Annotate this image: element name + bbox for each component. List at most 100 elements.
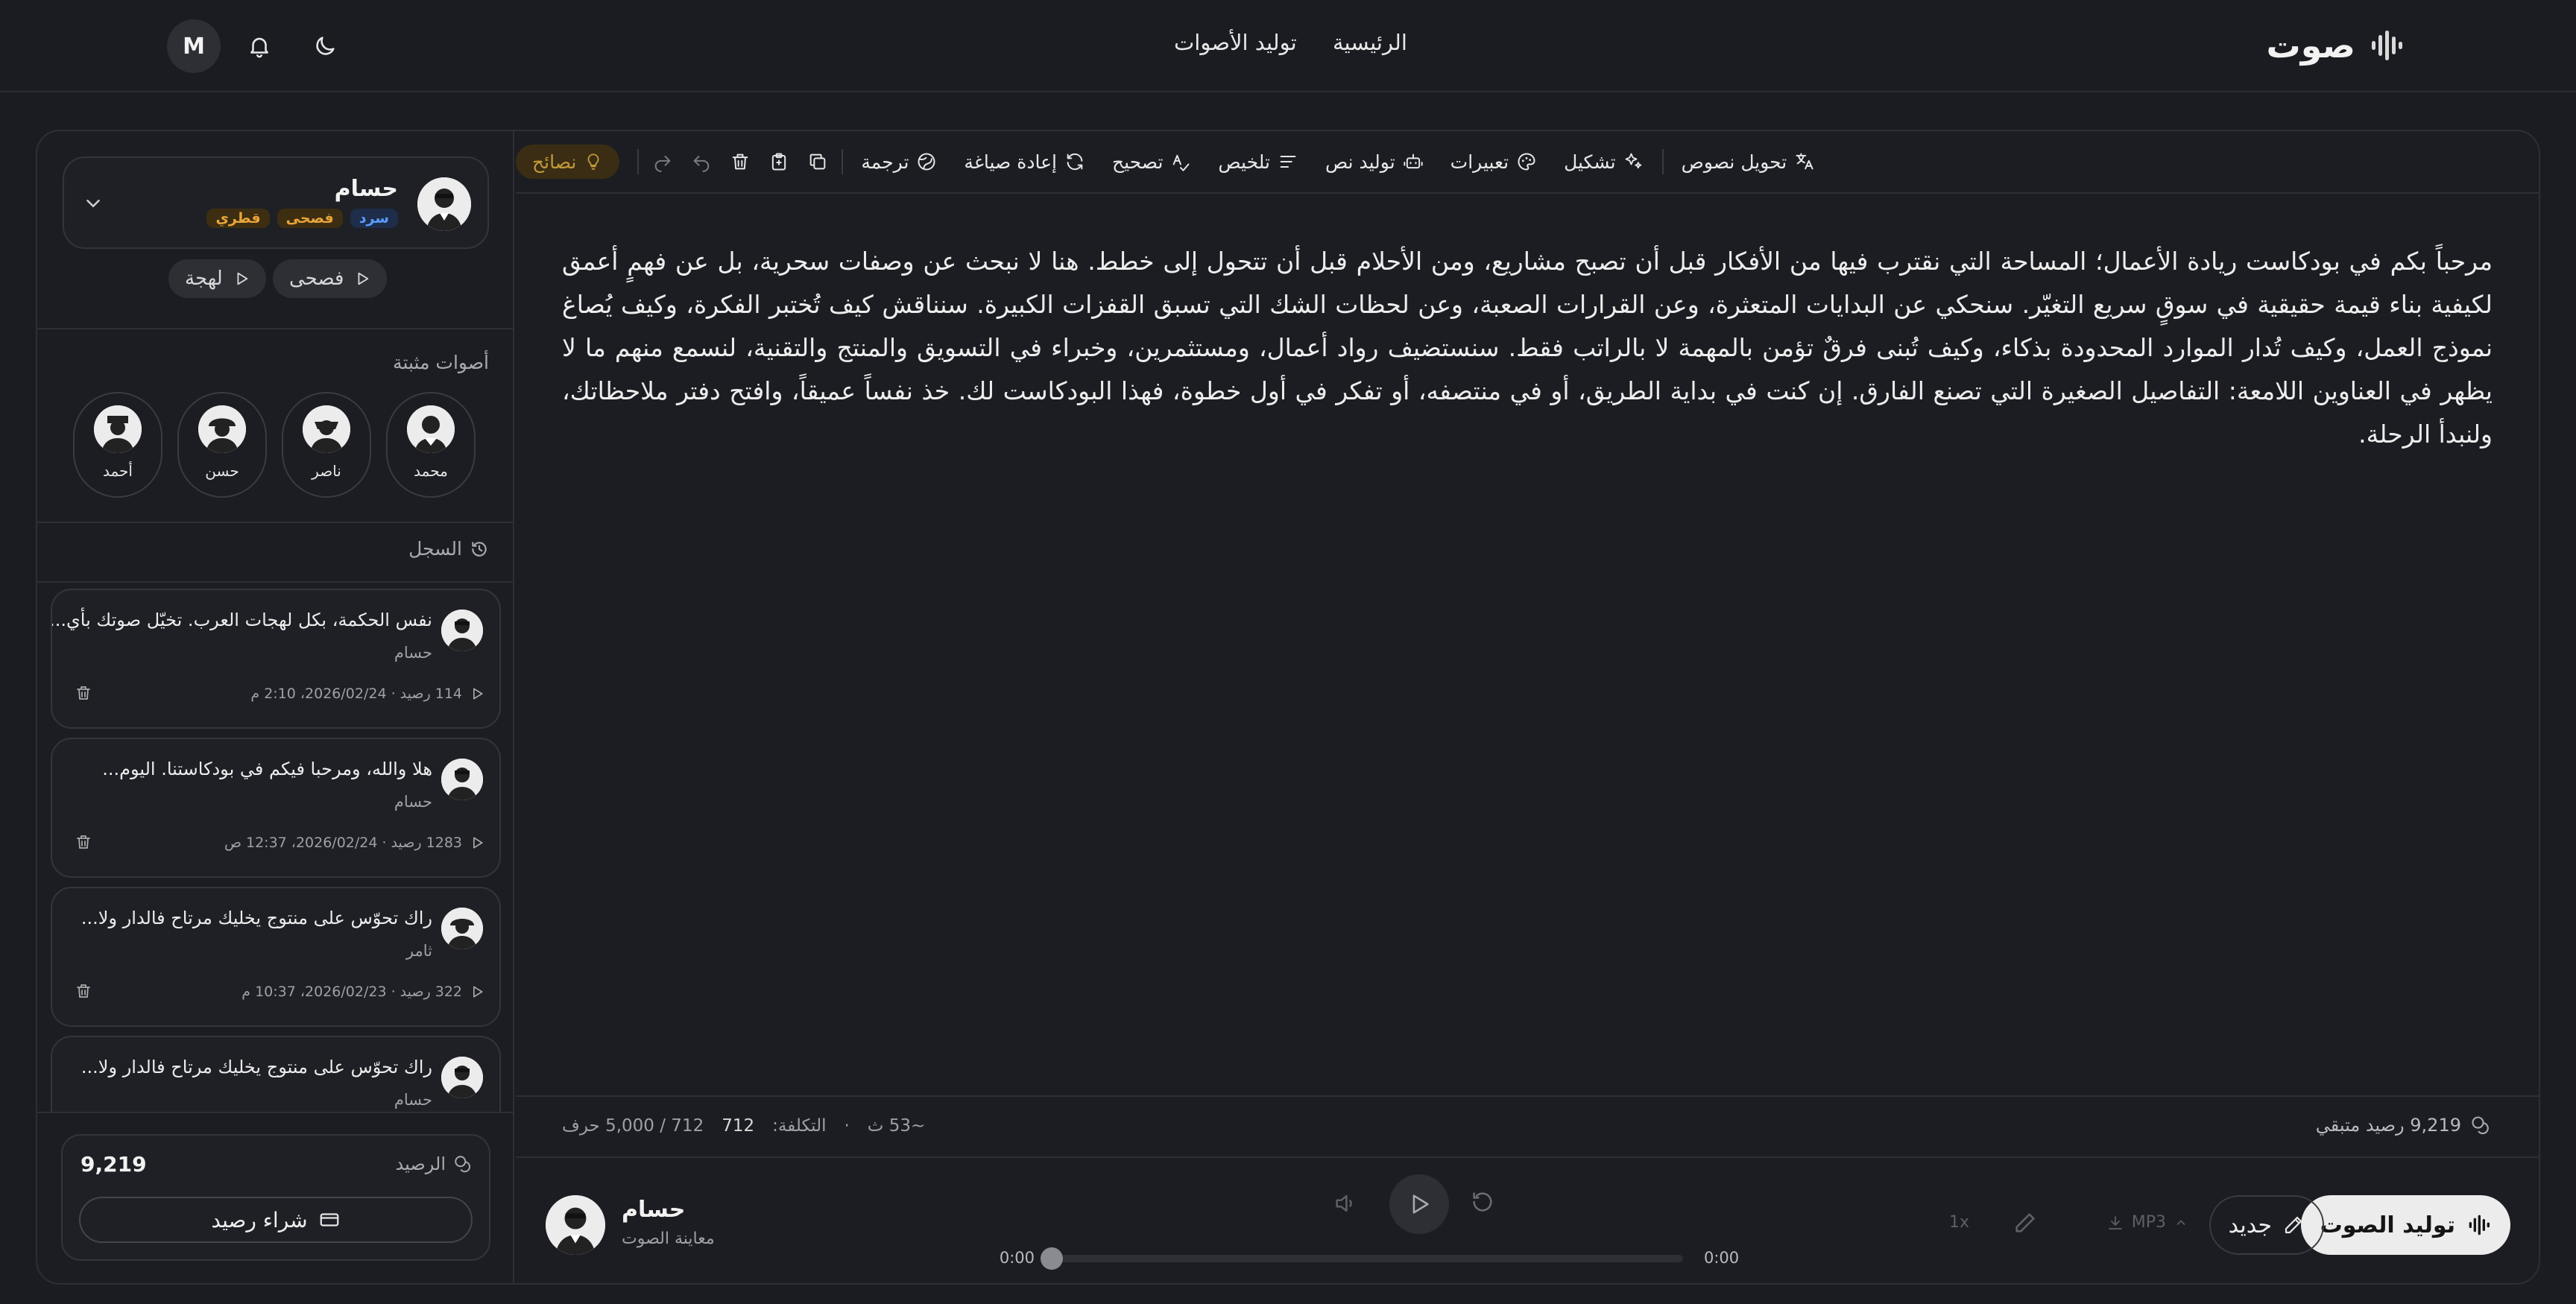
theme-toggle-button[interactable] <box>298 19 352 73</box>
generate-voice-label: توليد الصوت <box>2320 1212 2455 1238</box>
buy-credits-button[interactable]: شراء رصيد <box>79 1197 473 1243</box>
top-bar: صوت الرئيسية توليد الأصوات M <box>0 0 2576 92</box>
editor-textarea[interactable]: مرحباً بكم في بودكاست ريادة الأعمال؛ الم… <box>562 240 2493 456</box>
convert-text-button[interactable]: تحويل نصوص <box>1668 151 1829 173</box>
sample-voice-4[interactable]: أحمد <box>73 392 162 498</box>
balance-card: الرصيد 9,219 شراء رصيد <box>61 1134 490 1261</box>
history-voice: حسام <box>394 793 432 811</box>
history-avatar <box>441 759 483 800</box>
robot-icon <box>1403 151 1424 172</box>
user-avatar-button[interactable]: M <box>167 19 221 73</box>
editor-toolbar: تحويل نصوص تشكيل تعبيرات توليد نص تلخيص <box>516 131 2539 194</box>
diacritize-button[interactable]: تشكيل <box>1550 151 1658 173</box>
sample-voice-2[interactable]: ناصر <box>282 392 371 498</box>
mode-fusha-button[interactable]: فصحى <box>273 259 388 298</box>
history-voice: ثامر <box>405 942 432 960</box>
sound-wave-icon <box>2467 1213 2491 1237</box>
history-voice: حسام <box>394 644 432 662</box>
replay-icon[interactable] <box>1470 1189 1495 1215</box>
chevron-up-icon <box>2174 1215 2188 1230</box>
toolbar-divider <box>1661 149 1664 174</box>
play-icon[interactable] <box>470 835 484 850</box>
time-end: 0:00 <box>1704 1249 1740 1267</box>
format-selector[interactable]: MP3 <box>2106 1213 2188 1232</box>
divider <box>37 1112 513 1113</box>
notifications-button[interactable] <box>233 19 286 73</box>
generate-voice-button[interactable]: توليد الصوت <box>2300 1195 2510 1255</box>
speed-label[interactable]: 1x <box>1949 1213 1969 1232</box>
chevron-down-icon[interactable] <box>82 192 104 215</box>
time-start: 0:00 <box>999 1249 1035 1267</box>
trash-icon[interactable] <box>75 982 92 1000</box>
history-meta-text: 114 رصيد · 2026/02/24، 2:10 م <box>250 686 462 702</box>
summarize-button[interactable]: تلخيص <box>1205 151 1312 173</box>
nav-home[interactable]: الرئيسية <box>1333 30 1407 55</box>
progress-track[interactable] <box>1049 1255 1683 1262</box>
trash-icon[interactable] <box>75 684 92 702</box>
history-text: هلا والله، ومرحبا فيكم في بودكاستنا. الي… <box>102 759 432 779</box>
char-count: 712 / 5,000 حرف <box>562 1116 704 1136</box>
history-title: السجل <box>408 538 462 560</box>
divider <box>37 328 513 329</box>
history-meta: 1283 رصيد · 2026/02/24، 12:37 ص <box>224 835 484 851</box>
history-icon <box>470 539 489 559</box>
editor-panel: تحويل نصوص تشكيل تعبيرات توليد نص تلخيص <box>516 131 2539 1283</box>
history-text: راك تحوّس على منتوج يخليك مرتاح فالدار و… <box>80 1057 432 1077</box>
badge-narration: سرد <box>350 209 398 228</box>
correct-label: تصحيح <box>1111 151 1164 173</box>
undo-button[interactable] <box>682 151 721 172</box>
redo-button[interactable] <box>643 151 682 172</box>
trash-icon[interactable] <box>75 833 92 851</box>
history-avatar <box>441 908 483 949</box>
translate-button[interactable]: ترجمة <box>847 151 950 173</box>
cost-info: ~53 ث · التكلفة: 712 712 / 5,000 حرف <box>562 1116 925 1136</box>
history-voice: حسام <box>394 1091 432 1109</box>
mode-dialect-button[interactable]: لهجة <box>168 259 266 298</box>
history-item[interactable]: هلا والله، ومرحبا فيكم في بودكاستنا. الي… <box>51 738 501 878</box>
volume-icon[interactable] <box>1333 1191 1358 1216</box>
history-avatar <box>441 610 483 651</box>
history-item[interactable]: راك تحوّس على منتوج يخليك مرتاح فالدار و… <box>51 1036 501 1112</box>
lightbulb-icon <box>584 152 603 171</box>
play-icon <box>233 270 250 287</box>
coins-icon <box>2470 1115 2491 1136</box>
sparkles-icon <box>1623 151 1644 172</box>
remaining-credits-text: 9,219 رصيد متبقي <box>2315 1115 2461 1136</box>
tips-button[interactable]: نصائح <box>516 145 620 179</box>
pencil-icon[interactable] <box>2012 1210 2038 1235</box>
redo-icon <box>652 151 673 172</box>
voice-selector[interactable]: حسام سرد فصحى قطري <box>63 156 489 249</box>
voice-badges: سرد فصحى قطري <box>206 209 398 228</box>
rephrase-label: إعادة صياغة <box>964 151 1057 173</box>
history-meta-text: 322 رصيد · 2026/02/23، 10:37 م <box>242 984 462 1000</box>
expressions-button[interactable]: تعبيرات <box>1437 151 1550 173</box>
play-icon[interactable] <box>470 984 484 999</box>
rephrase-button[interactable]: إعادة صياغة <box>950 151 1099 173</box>
voice-name: حسام <box>334 176 398 202</box>
new-label: جديد <box>2228 1212 2272 1238</box>
nav-generate-voices[interactable]: توليد الأصوات <box>1174 30 1297 55</box>
correct-button[interactable]: تصحيح <box>1099 151 1205 173</box>
paste-button[interactable] <box>760 151 798 172</box>
sample-voice-3[interactable]: حسن <box>177 392 267 498</box>
new-button[interactable]: جديد <box>2209 1195 2324 1255</box>
logo[interactable]: صوت <box>2266 25 2405 66</box>
palette-icon <box>1516 151 1537 172</box>
mode-dialect-label: لهجة <box>185 268 223 290</box>
clear-button[interactable] <box>721 151 760 172</box>
history-list: نفس الحكمة، بكل لهجات العرب. تخيّل صوتك … <box>37 583 513 1112</box>
balance-label-row: الرصيد <box>396 1153 473 1174</box>
play-button[interactable] <box>1389 1174 1449 1234</box>
sample-voice-1[interactable]: محمد <box>386 392 476 498</box>
convert-text-label: تحويل نصوص <box>1681 151 1787 173</box>
sample-voice-name: ناصر <box>312 462 341 480</box>
copy-button[interactable] <box>798 151 837 172</box>
generate-text-button[interactable]: توليد نص <box>1312 151 1437 173</box>
sample-avatar <box>407 405 455 453</box>
play-icon[interactable] <box>470 686 484 701</box>
cost-label: التكلفة: <box>772 1116 827 1136</box>
format-label: MP3 <box>2131 1213 2166 1232</box>
history-item[interactable]: راك تحوّس على منتوج يخليك مرتاح فالدار و… <box>51 887 501 1027</box>
history-meta-text: 1283 رصيد · 2026/02/24، 12:37 ص <box>224 835 462 851</box>
history-item[interactable]: نفس الحكمة، بكل لهجات العرب. تخيّل صوتك … <box>51 589 501 729</box>
